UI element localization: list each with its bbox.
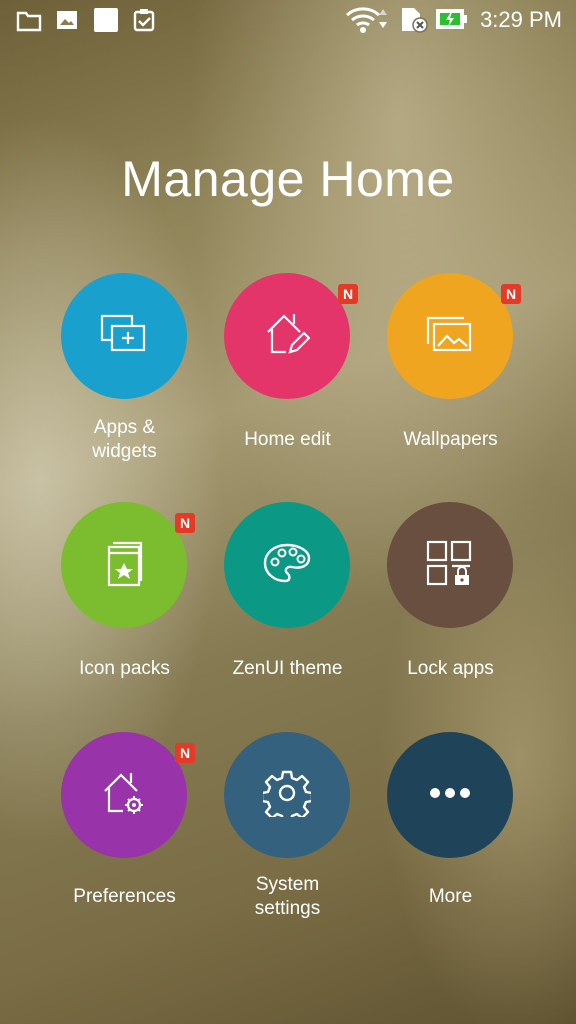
apps-widgets-button[interactable] bbox=[61, 273, 187, 399]
blank-square-icon bbox=[93, 7, 119, 38]
wallpaper-icon bbox=[426, 314, 474, 359]
more-button[interactable] bbox=[387, 732, 513, 858]
tile-label: Lock apps bbox=[407, 658, 494, 679]
wallpapers-button[interactable] bbox=[387, 273, 513, 399]
page-title: Manage Home bbox=[121, 151, 455, 207]
tile-home-edit[interactable]: N Home edit bbox=[206, 273, 369, 493]
new-badge: N bbox=[175, 513, 195, 533]
new-badge: N bbox=[338, 284, 358, 304]
tile-lock-apps[interactable]: Lock apps bbox=[369, 502, 532, 722]
more-dots-icon bbox=[429, 786, 471, 804]
new-badge: N bbox=[175, 743, 195, 763]
system-settings-button[interactable] bbox=[224, 732, 350, 858]
zenui-theme-button[interactable] bbox=[224, 502, 350, 628]
tile-label: Wallpapers bbox=[403, 429, 498, 450]
status-bar: 3:29 PM bbox=[0, 0, 576, 40]
gear-icon bbox=[260, 769, 314, 823]
wifi-icon bbox=[345, 6, 389, 39]
tile-label: Apps & widgets bbox=[92, 417, 157, 462]
new-badge: N bbox=[501, 284, 521, 304]
tile-preferences[interactable]: N Preferences bbox=[43, 732, 206, 952]
tile-zenui-theme[interactable]: ZenUI theme bbox=[206, 502, 369, 722]
gallery-icon bbox=[56, 10, 78, 35]
lock-apps-button[interactable] bbox=[387, 502, 513, 628]
tile-label: Preferences bbox=[73, 886, 176, 907]
tile-label: ZenUI theme bbox=[232, 658, 343, 679]
clipboard-check-icon bbox=[133, 8, 155, 37]
tile-more[interactable]: More bbox=[369, 732, 532, 952]
apps-widgets-icon bbox=[100, 314, 148, 359]
home-edit-icon bbox=[264, 312, 311, 361]
icon-pack-icon bbox=[103, 539, 145, 592]
tile-label: Home edit bbox=[244, 429, 331, 450]
tile-label: More bbox=[428, 886, 473, 907]
home-settings-icon bbox=[101, 771, 147, 820]
home-edit-button[interactable] bbox=[224, 273, 350, 399]
preferences-button[interactable] bbox=[61, 732, 187, 858]
clock: 3:29 PM bbox=[480, 7, 562, 32]
sim-card-off-icon bbox=[400, 7, 428, 38]
tile-apps-widgets[interactable]: Apps & widgets bbox=[43, 273, 206, 493]
lock-apps-icon bbox=[426, 540, 474, 591]
tile-icon-packs[interactable]: N Icon packs bbox=[43, 502, 206, 722]
tile-label: Icon packs bbox=[79, 658, 170, 679]
tile-wallpapers[interactable]: N Wallpapers bbox=[369, 273, 532, 493]
palette-icon bbox=[262, 542, 312, 589]
tile-system-settings[interactable]: System settings bbox=[206, 732, 369, 952]
tile-label: System settings bbox=[254, 874, 321, 919]
folder-icon bbox=[16, 10, 42, 37]
battery-charging-icon bbox=[436, 8, 468, 35]
icon-packs-button[interactable] bbox=[61, 502, 187, 628]
